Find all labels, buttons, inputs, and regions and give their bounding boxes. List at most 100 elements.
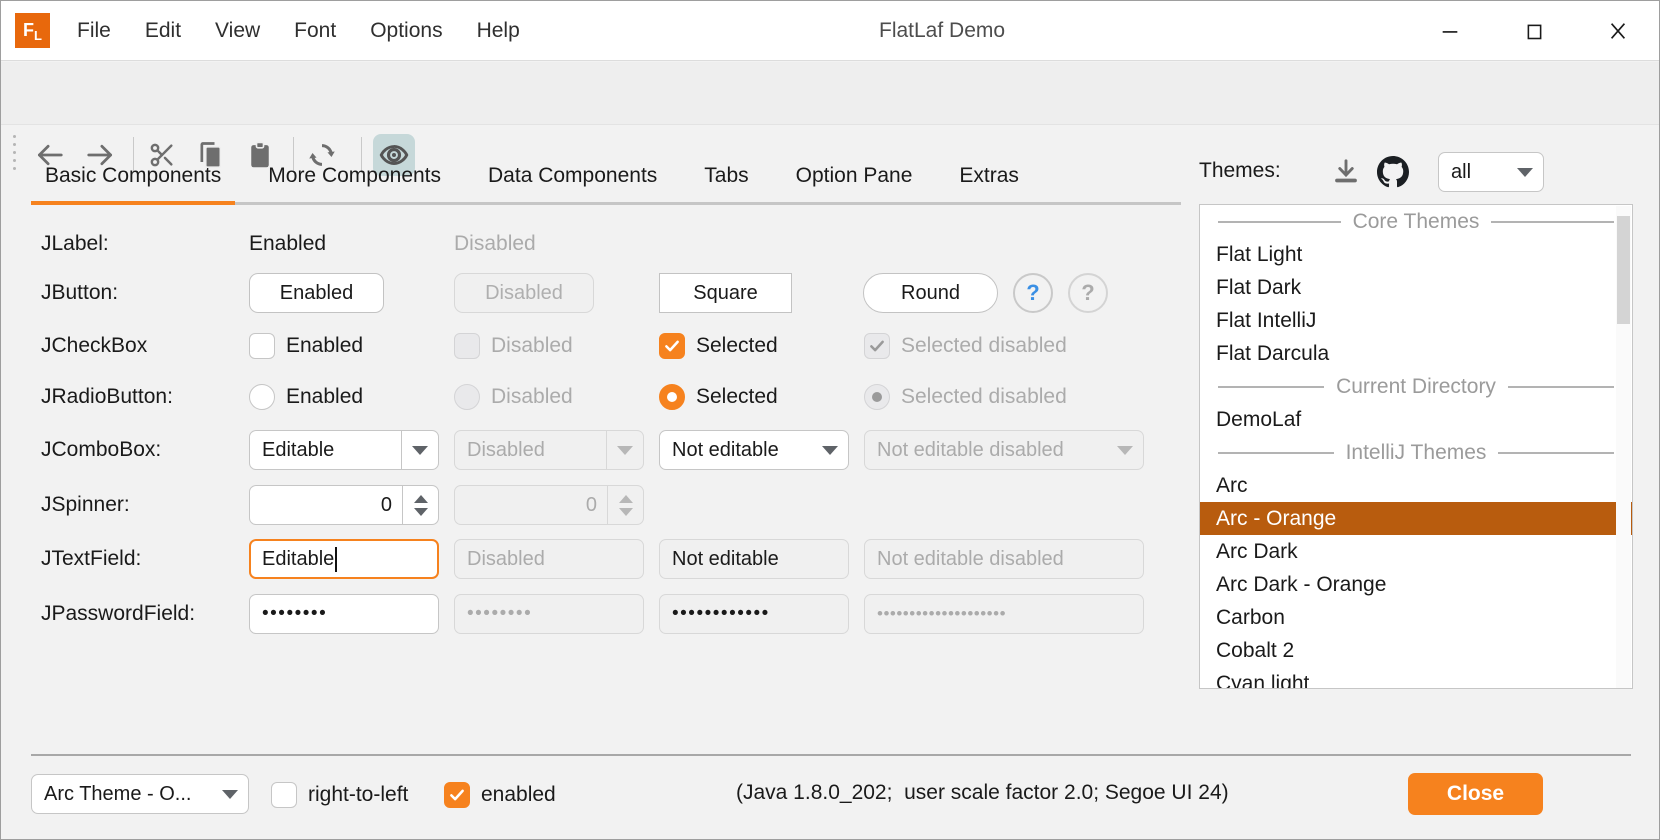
theme-item-flat-intellij[interactable]: Flat IntelliJ — [1200, 304, 1632, 337]
combobox-value[interactable]: Editable — [250, 439, 401, 462]
maximize-button[interactable] — [1511, 11, 1557, 51]
disabled-button: Disabled — [454, 273, 594, 313]
theme-filter-combobox[interactable]: all — [1438, 152, 1544, 192]
radio-icon — [454, 384, 480, 410]
checkbox-label: enabled — [481, 783, 556, 807]
toolbar — [1, 62, 1659, 125]
app-window: FL File Edit View Font Options Help Flat… — [0, 0, 1660, 840]
theme-item-flat-dark[interactable]: Flat Dark — [1200, 271, 1632, 304]
themes-scrollbar[interactable] — [1616, 206, 1631, 689]
chevron-up-icon — [619, 495, 633, 503]
jcombobox-row-label: JComboBox: — [41, 436, 161, 464]
radio-enabled[interactable]: Enabled — [249, 383, 363, 411]
theme-item-flat-darcula[interactable]: Flat Darcula — [1200, 337, 1632, 370]
spinner-enabled[interactable]: 0 — [249, 485, 439, 525]
round-button[interactable]: Round — [863, 273, 998, 313]
minimize-icon — [1439, 20, 1461, 42]
radio-checked-icon — [864, 384, 890, 410]
theme-category-core: Core Themes — [1200, 205, 1632, 238]
theme-item-flat-light[interactable]: Flat Light — [1200, 238, 1632, 271]
combobox-arrow-button[interactable] — [1506, 153, 1543, 191]
textfield-disabled: Disabled — [454, 539, 644, 579]
checkbox-checked-icon — [444, 782, 470, 808]
combobox-arrow-button[interactable] — [211, 775, 248, 813]
square-button[interactable]: Square — [659, 273, 792, 313]
tab-extras[interactable]: Extras — [945, 150, 1033, 202]
passwordfield-not-editable-disabled: •••••••••••••••••••• — [864, 594, 1144, 634]
jspinner-row-label: JSpinner: — [41, 491, 130, 519]
checkbox-disabled: Disabled — [454, 332, 573, 360]
checkbox-icon — [271, 782, 297, 808]
radio-label: Selected disabled — [901, 385, 1067, 409]
tab-tabs[interactable]: Tabs — [690, 150, 762, 202]
checkbox-icon — [454, 333, 480, 359]
combobox-arrow-button — [1106, 431, 1143, 469]
jlabel-enabled: Enabled — [249, 230, 326, 258]
spinner-value[interactable]: 0 — [250, 494, 402, 517]
enabled-checkbox[interactable]: enabled — [444, 781, 556, 809]
scrollbar-thumb[interactable] — [1617, 216, 1630, 324]
combobox-arrow-button[interactable] — [401, 431, 438, 469]
tab-more-components[interactable]: More Components — [254, 150, 455, 202]
close-button[interactable]: Close — [1408, 773, 1543, 815]
help-button[interactable]: ? — [1013, 273, 1053, 313]
combobox-not-editable[interactable]: Not editable — [659, 430, 849, 470]
right-to-left-checkbox[interactable]: right-to-left — [271, 781, 408, 809]
menu-font[interactable]: Font — [294, 19, 336, 43]
radio-selected[interactable]: Selected — [659, 383, 778, 411]
passwordfield-editable[interactable]: •••••••• — [249, 594, 439, 634]
tab-option-pane[interactable]: Option Pane — [782, 150, 927, 202]
menu-options[interactable]: Options — [370, 19, 442, 43]
textfield-editable[interactable]: Editable — [249, 539, 439, 579]
checkbox-selected[interactable]: Selected — [659, 332, 778, 360]
theme-item-arc-orange[interactable]: Arc - Orange — [1200, 502, 1632, 535]
combobox-value: Disabled — [455, 439, 606, 462]
text-caret — [335, 547, 337, 572]
toolbar-grip-handle[interactable] — [13, 135, 16, 170]
checkbox-label: Enabled — [286, 334, 363, 358]
jlabel-row-label: JLabel: — [41, 230, 109, 258]
app-logo-icon: FL — [15, 13, 50, 48]
chevron-down-icon — [1117, 446, 1133, 455]
menu-edit[interactable]: Edit — [145, 19, 181, 43]
window-controls — [1427, 1, 1641, 61]
theme-item-arc-dark-orange[interactable]: Arc Dark - Orange — [1200, 568, 1632, 601]
checkbox-label: Selected disabled — [901, 334, 1067, 358]
textfield-not-editable[interactable]: Not editable — [659, 539, 849, 579]
spinner-buttons[interactable] — [402, 486, 438, 524]
download-themes-button[interactable] — [1331, 157, 1361, 187]
download-icon — [1331, 157, 1361, 187]
combobox-editable[interactable]: Editable — [249, 430, 439, 470]
checkbox-label: Selected — [696, 334, 778, 358]
theme-item-cyan-light[interactable]: Cyan light — [1200, 667, 1632, 689]
menu-help[interactable]: Help — [477, 19, 520, 43]
passwordfield-not-editable[interactable]: •••••••••••• — [659, 594, 849, 634]
radio-label: Enabled — [286, 385, 363, 409]
tab-data-components[interactable]: Data Components — [474, 150, 671, 202]
menu-view[interactable]: View — [215, 19, 260, 43]
close-window-button[interactable] — [1595, 11, 1641, 51]
checkbox-label: Disabled — [491, 334, 573, 358]
theme-item-arc-dark[interactable]: Arc Dark — [1200, 535, 1632, 568]
theme-item-carbon[interactable]: Carbon — [1200, 601, 1632, 634]
textfield-not-editable-disabled: Not editable disabled — [864, 539, 1144, 579]
theme-selector-combobox[interactable]: Arc Theme - O... — [31, 774, 249, 814]
close-icon — [1607, 20, 1629, 42]
github-link-button[interactable] — [1377, 156, 1409, 188]
window-title: FlatLaf Demo — [879, 1, 1005, 61]
combobox-arrow-button[interactable] — [811, 431, 848, 469]
checkbox-enabled[interactable]: Enabled — [249, 332, 363, 360]
tab-basic-components[interactable]: Basic Components — [31, 150, 235, 202]
theme-item-demolaf[interactable]: DemoLaf — [1200, 403, 1632, 436]
jpasswordfield-row-label: JPasswordField: — [41, 600, 195, 628]
combobox-disabled: Disabled — [454, 430, 644, 470]
radio-label: Disabled — [491, 385, 573, 409]
theme-item-cobalt-2[interactable]: Cobalt 2 — [1200, 634, 1632, 667]
minimize-button[interactable] — [1427, 11, 1473, 51]
enabled-button[interactable]: Enabled — [249, 273, 384, 313]
tab-bar: Basic Components More Components Data Co… — [31, 150, 1181, 205]
theme-item-arc[interactable]: Arc — [1200, 469, 1632, 502]
spinner-buttons — [607, 486, 643, 524]
menu-file[interactable]: File — [77, 19, 111, 43]
radio-selected-disabled: Selected disabled — [864, 383, 1067, 411]
